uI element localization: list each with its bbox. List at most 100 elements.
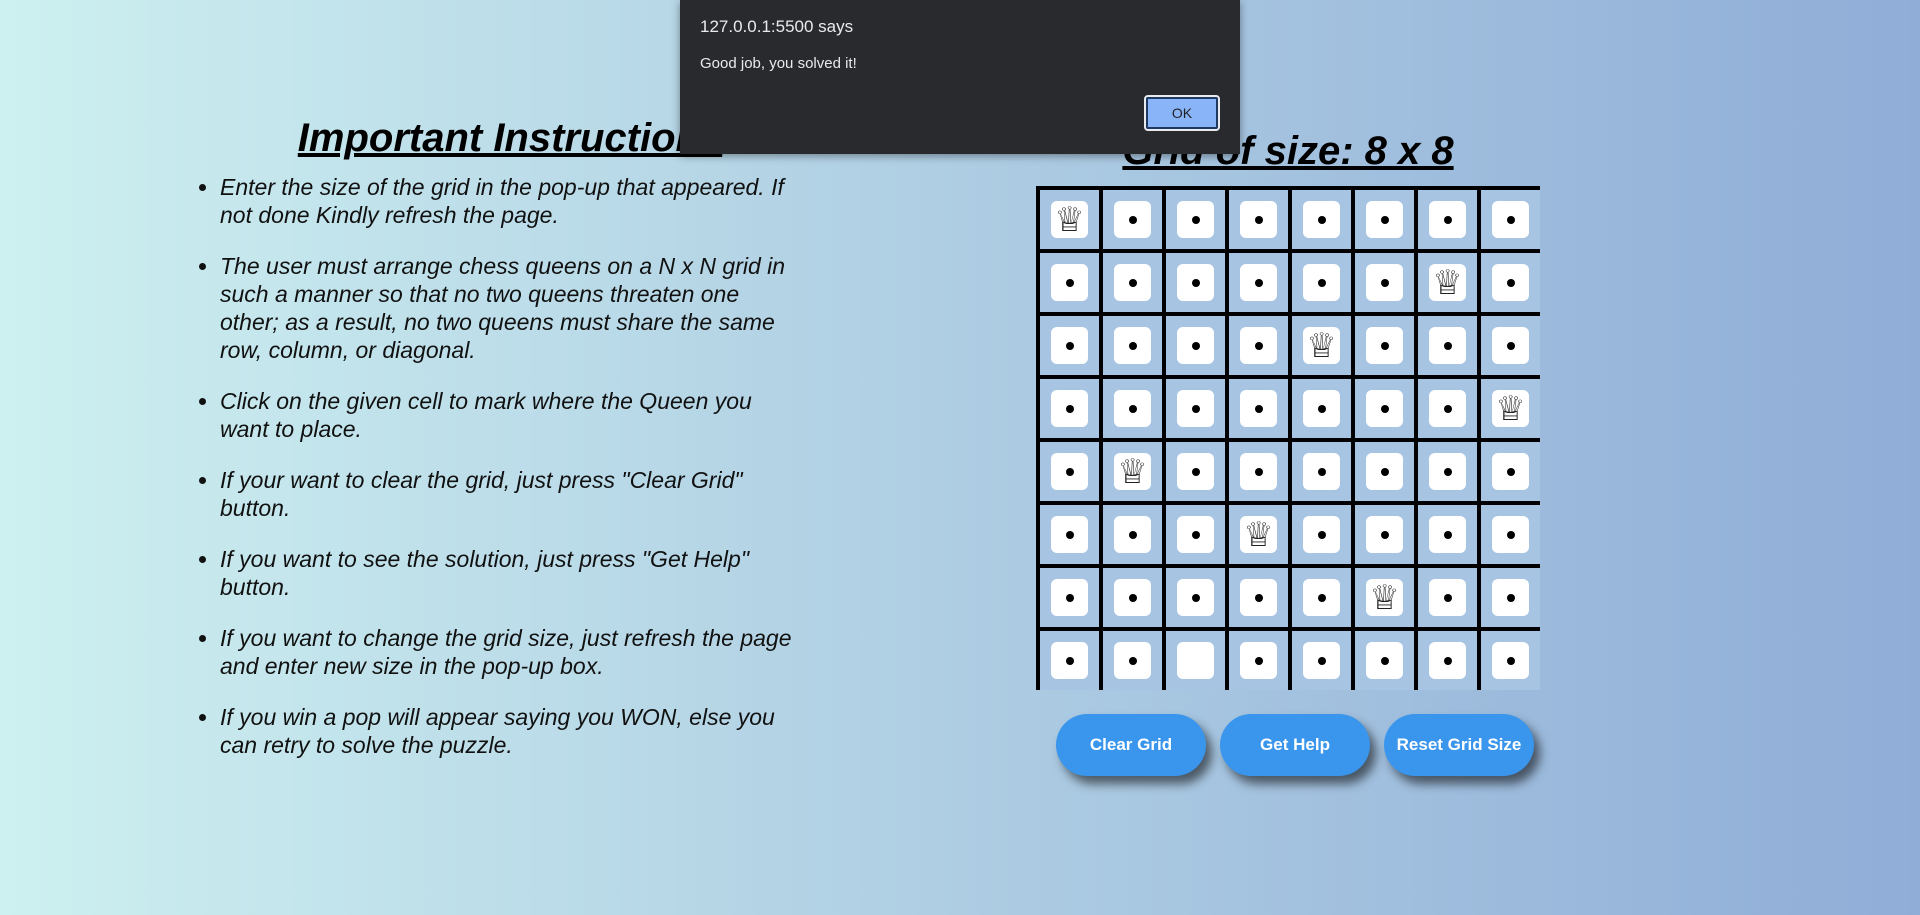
grid-cell[interactable]: ♕ (1418, 253, 1477, 312)
grid-cell[interactable] (1292, 190, 1351, 249)
grid-cell[interactable] (1481, 253, 1540, 312)
grid-cell[interactable] (1229, 442, 1288, 501)
dot-icon (1317, 656, 1326, 665)
grid-cell[interactable]: ♕ (1292, 316, 1351, 375)
grid-cell[interactable] (1229, 631, 1288, 690)
grid-cell[interactable] (1355, 253, 1414, 312)
grid-cell[interactable] (1103, 379, 1162, 438)
cell-tile (1177, 516, 1214, 553)
dot-icon (1506, 341, 1515, 350)
grid-cell[interactable] (1292, 631, 1351, 690)
grid-cell[interactable] (1292, 442, 1351, 501)
grid-cell[interactable] (1103, 253, 1162, 312)
dot-icon (1506, 593, 1515, 602)
grid-cell[interactable] (1355, 505, 1414, 564)
cell-tile (1492, 264, 1529, 301)
cell-tile (1177, 201, 1214, 238)
cell-tile (1303, 516, 1340, 553)
grid-cell[interactable] (1229, 379, 1288, 438)
grid-cell[interactable]: ♕ (1103, 442, 1162, 501)
grid-cell[interactable] (1481, 442, 1540, 501)
grid-cell[interactable] (1481, 568, 1540, 627)
dot-icon (1506, 467, 1515, 476)
grid-cell[interactable] (1229, 190, 1288, 249)
cell-tile (1177, 264, 1214, 301)
grid-cell[interactable] (1229, 568, 1288, 627)
grid-cell[interactable] (1166, 190, 1225, 249)
grid-cell[interactable] (1166, 505, 1225, 564)
grid-cell[interactable] (1355, 379, 1414, 438)
grid-cell[interactable] (1355, 631, 1414, 690)
ok-button[interactable]: OK (1144, 95, 1220, 131)
dot-icon (1443, 404, 1452, 413)
queen-icon: ♕ (1243, 514, 1274, 555)
cell-tile: ♕ (1429, 264, 1466, 301)
cell-tile (1177, 579, 1214, 616)
cell-tile (1240, 327, 1277, 364)
dot-icon (1443, 341, 1452, 350)
cell-tile (1051, 516, 1088, 553)
grid-cell[interactable] (1166, 442, 1225, 501)
grid-cell[interactable] (1040, 631, 1099, 690)
cell-tile (1492, 453, 1529, 490)
grid-cell[interactable] (1292, 253, 1351, 312)
grid-cell[interactable] (1418, 316, 1477, 375)
grid-cell[interactable] (1418, 442, 1477, 501)
grid-cell[interactable] (1103, 316, 1162, 375)
grid-cell[interactable] (1103, 505, 1162, 564)
grid-cell[interactable] (1292, 505, 1351, 564)
grid-cell[interactable] (1040, 316, 1099, 375)
grid-cell[interactable]: ♕ (1229, 505, 1288, 564)
grid-cell[interactable] (1355, 190, 1414, 249)
cell-tile (1240, 642, 1277, 679)
cell-tile (1177, 327, 1214, 364)
get-help-button[interactable]: Get Help (1220, 714, 1370, 776)
grid-cell[interactable] (1040, 505, 1099, 564)
grid-cell[interactable] (1166, 631, 1225, 690)
grid-cell[interactable] (1418, 379, 1477, 438)
grid-cell[interactable] (1418, 568, 1477, 627)
grid-cell[interactable] (1103, 190, 1162, 249)
reset-grid-size-button[interactable]: Reset Grid Size (1384, 714, 1534, 776)
grid-cell[interactable] (1229, 253, 1288, 312)
cell-tile (1429, 453, 1466, 490)
grid-cell[interactable] (1103, 631, 1162, 690)
grid-cell[interactable] (1292, 568, 1351, 627)
cell-tile (1429, 642, 1466, 679)
grid-cell[interactable]: ♕ (1355, 568, 1414, 627)
dot-icon (1128, 215, 1137, 224)
cell-tile (1429, 516, 1466, 553)
cell-tile (1114, 327, 1151, 364)
dot-icon (1065, 404, 1074, 413)
grid-cell[interactable]: ♕ (1481, 379, 1540, 438)
grid-cell[interactable] (1166, 316, 1225, 375)
grid-cell[interactable] (1418, 631, 1477, 690)
grid-cell[interactable] (1292, 379, 1351, 438)
grid-cell[interactable] (1166, 253, 1225, 312)
dot-icon (1191, 593, 1200, 602)
cell-tile (1051, 264, 1088, 301)
grid-cell[interactable] (1481, 631, 1540, 690)
dot-icon (1191, 215, 1200, 224)
grid-cell[interactable] (1166, 568, 1225, 627)
dot-icon (1254, 278, 1263, 287)
grid-cell[interactable] (1418, 190, 1477, 249)
grid-cell[interactable] (1355, 442, 1414, 501)
dot-icon (1443, 593, 1452, 602)
grid-cell[interactable] (1040, 568, 1099, 627)
grid-cell[interactable] (1040, 442, 1099, 501)
grid-cell[interactable] (1481, 316, 1540, 375)
grid-cell[interactable] (1103, 568, 1162, 627)
grid-cell[interactable] (1418, 505, 1477, 564)
grid-cell[interactable] (1355, 316, 1414, 375)
grid-cell[interactable] (1229, 316, 1288, 375)
dot-icon (1506, 215, 1515, 224)
grid-cell[interactable]: ♕ (1040, 190, 1099, 249)
grid-cell[interactable] (1040, 379, 1099, 438)
grid-cell[interactable] (1481, 190, 1540, 249)
grid-cell[interactable] (1481, 505, 1540, 564)
grid-cell[interactable] (1040, 253, 1099, 312)
cell-tile: ♕ (1240, 516, 1277, 553)
clear-grid-button[interactable]: Clear Grid (1056, 714, 1206, 776)
grid-cell[interactable] (1166, 379, 1225, 438)
